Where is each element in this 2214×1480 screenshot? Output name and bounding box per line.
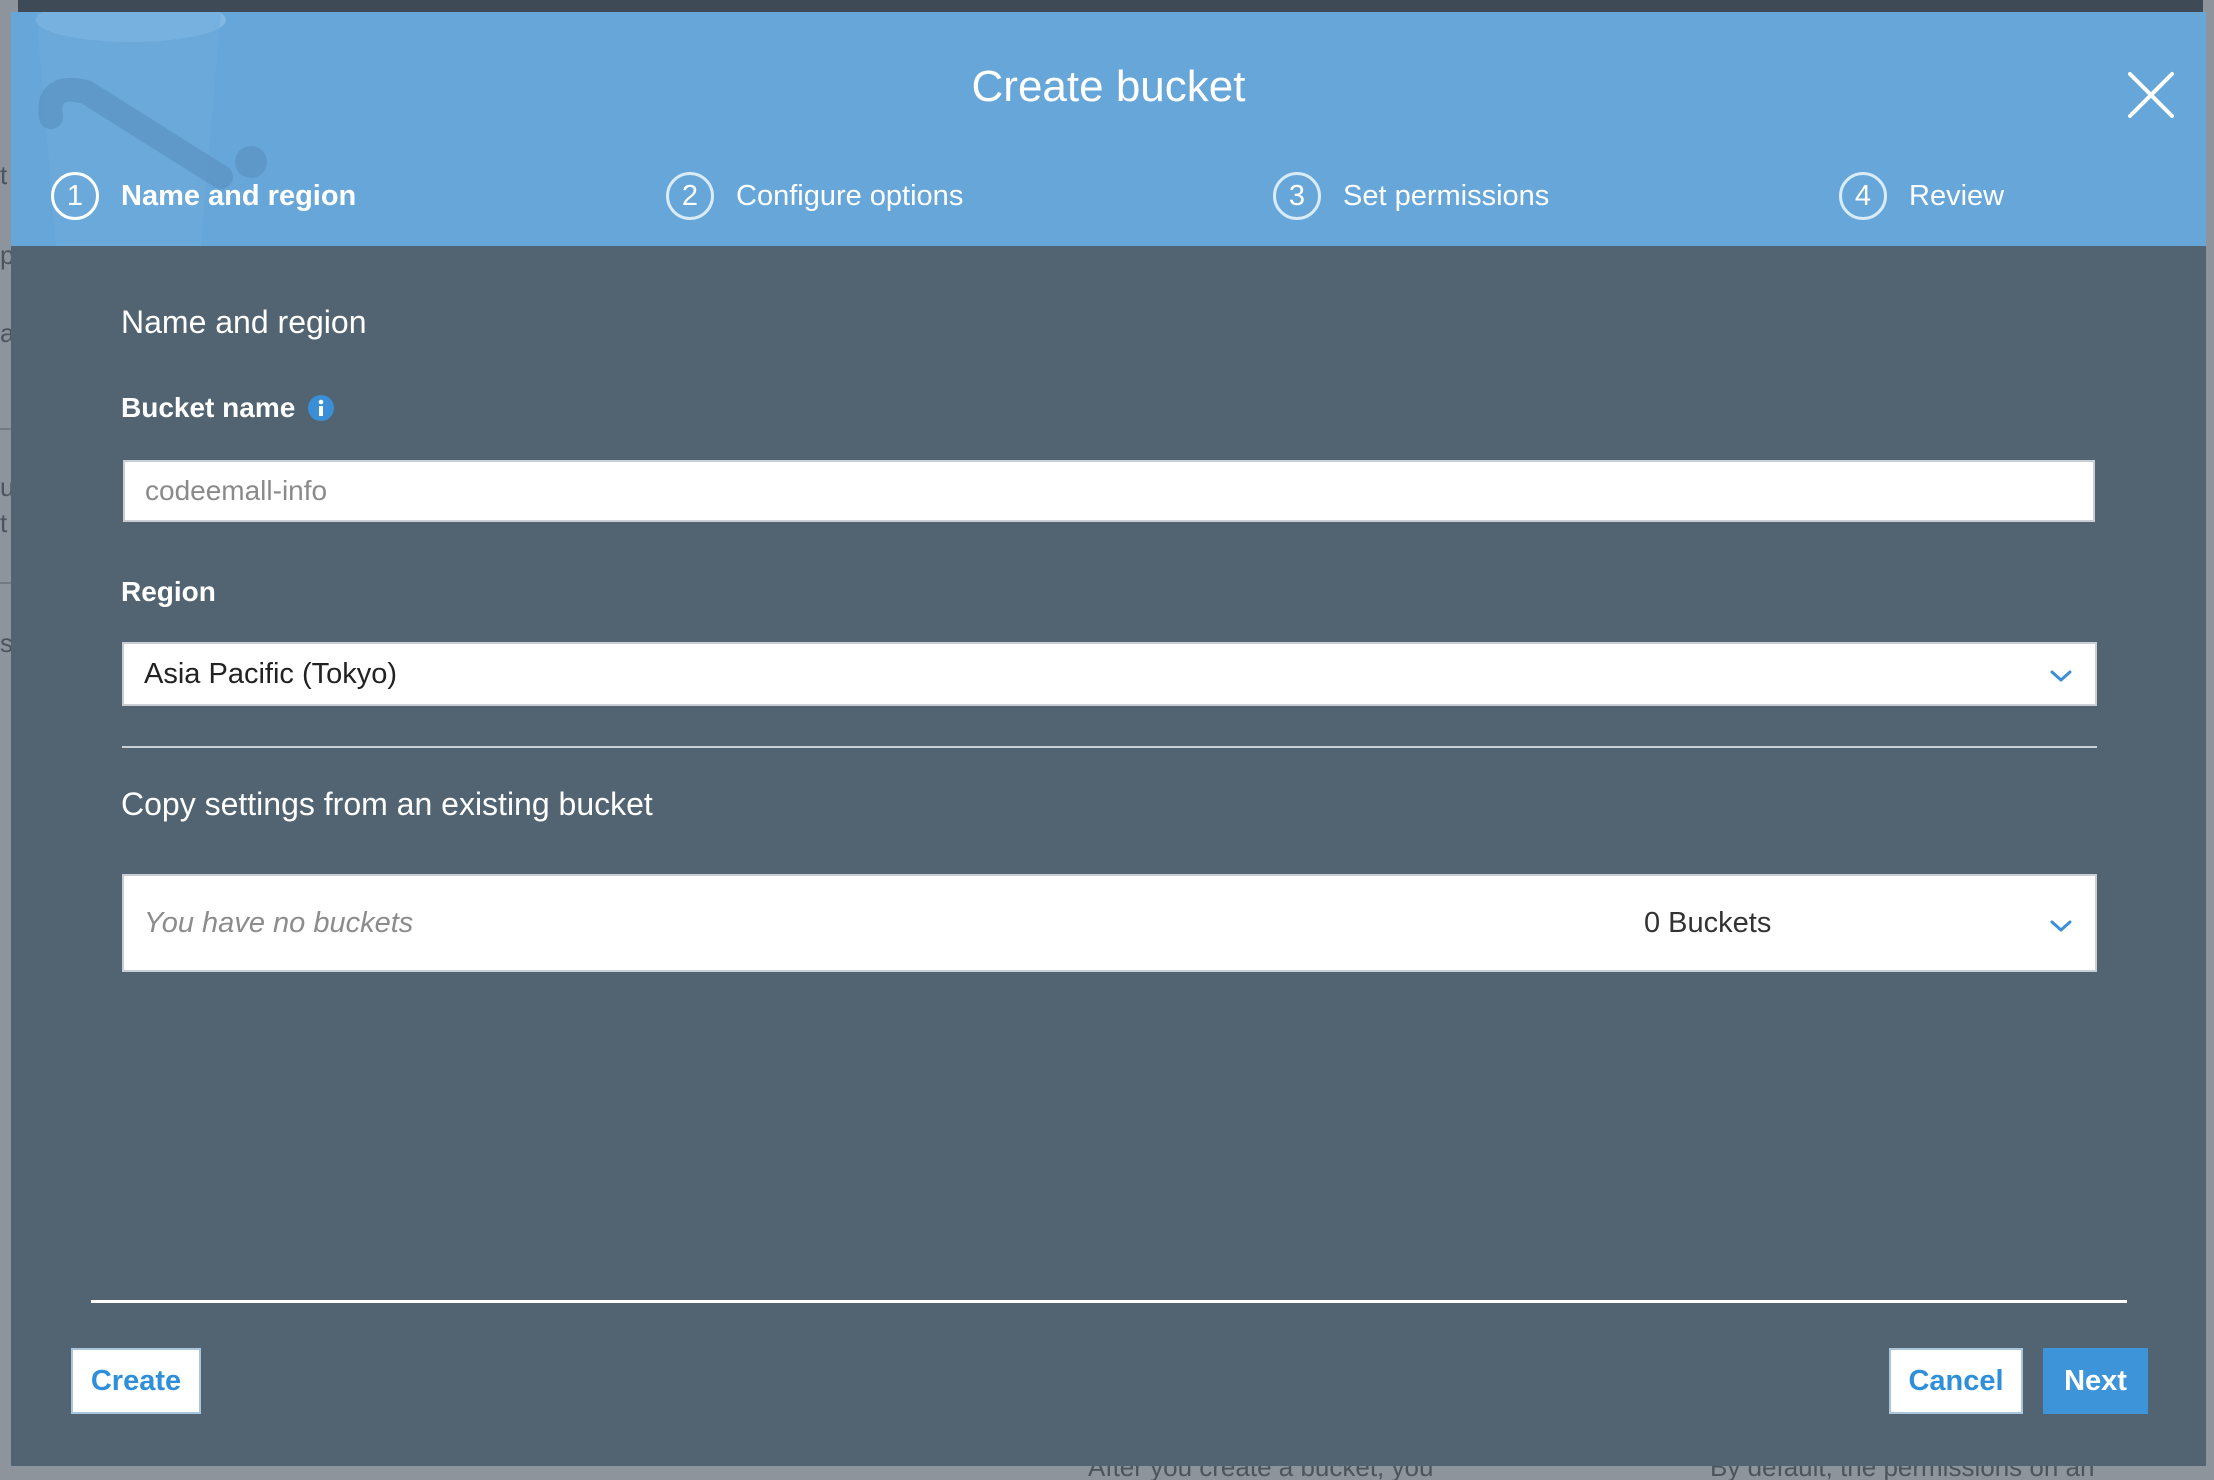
- step-configure-options[interactable]: 2 Configure options: [666, 166, 963, 226]
- copy-settings-placeholder: You have no buckets: [144, 907, 414, 939]
- step-number-badge: 4: [1839, 172, 1887, 220]
- section-title: Name and region: [121, 304, 367, 340]
- modal-title: Create bucket: [971, 62, 1246, 111]
- copy-settings-title: Copy settings from an existing bucket: [121, 786, 653, 822]
- chevron-down-icon: [2050, 670, 2072, 682]
- step-label: Review: [1909, 179, 2005, 212]
- region-select[interactable]: Asia Pacific (Tokyo): [122, 642, 2097, 706]
- background-text-fragment: t: [0, 508, 8, 538]
- close-icon[interactable]: [2122, 66, 2180, 124]
- step-name-and-region[interactable]: 1 Name and region: [51, 166, 356, 226]
- footer-divider: [91, 1300, 2127, 1303]
- step-number-badge: 3: [1273, 172, 1321, 220]
- step-label: Name and region: [121, 179, 357, 212]
- region-label: Region: [121, 576, 216, 607]
- background-divider: [0, 428, 11, 430]
- step-set-permissions[interactable]: 3 Set permissions: [1273, 166, 1549, 226]
- create-button[interactable]: Create: [71, 1348, 201, 1414]
- bucket-name-input[interactable]: [123, 460, 2095, 522]
- bucket-count: 0 Buckets: [1644, 907, 1772, 939]
- step-number-badge: 2: [666, 172, 714, 220]
- cancel-button[interactable]: Cancel: [1889, 1348, 2023, 1414]
- copy-settings-select[interactable]: You have no buckets 0 Buckets: [122, 874, 2097, 972]
- region-selected-value: Asia Pacific (Tokyo): [144, 658, 398, 690]
- background-top-bar: [0, 0, 2214, 12]
- step-review[interactable]: 4 Review: [1839, 166, 2004, 226]
- wizard-steps: 1 Name and region 2 Configure options 3 …: [11, 166, 2206, 226]
- step-label: Configure options: [736, 179, 964, 212]
- info-icon[interactable]: [307, 394, 335, 422]
- create-bucket-modal: Create bucket 1 Name and region 2 Config…: [11, 12, 2206, 1466]
- bucket-name-label: Bucket name: [121, 392, 335, 424]
- step-number-badge: 1: [51, 172, 99, 220]
- section-divider: [122, 746, 2097, 748]
- modal-header: Create bucket 1 Name and region 2 Config…: [11, 12, 2206, 246]
- background-divider: [0, 582, 11, 584]
- bucket-name-label-text: Bucket name: [121, 392, 296, 423]
- background-text-fragment: t: [0, 160, 8, 190]
- next-button[interactable]: Next: [2043, 1348, 2148, 1414]
- step-label: Set permissions: [1343, 179, 1550, 212]
- chevron-down-icon: [2050, 920, 2072, 932]
